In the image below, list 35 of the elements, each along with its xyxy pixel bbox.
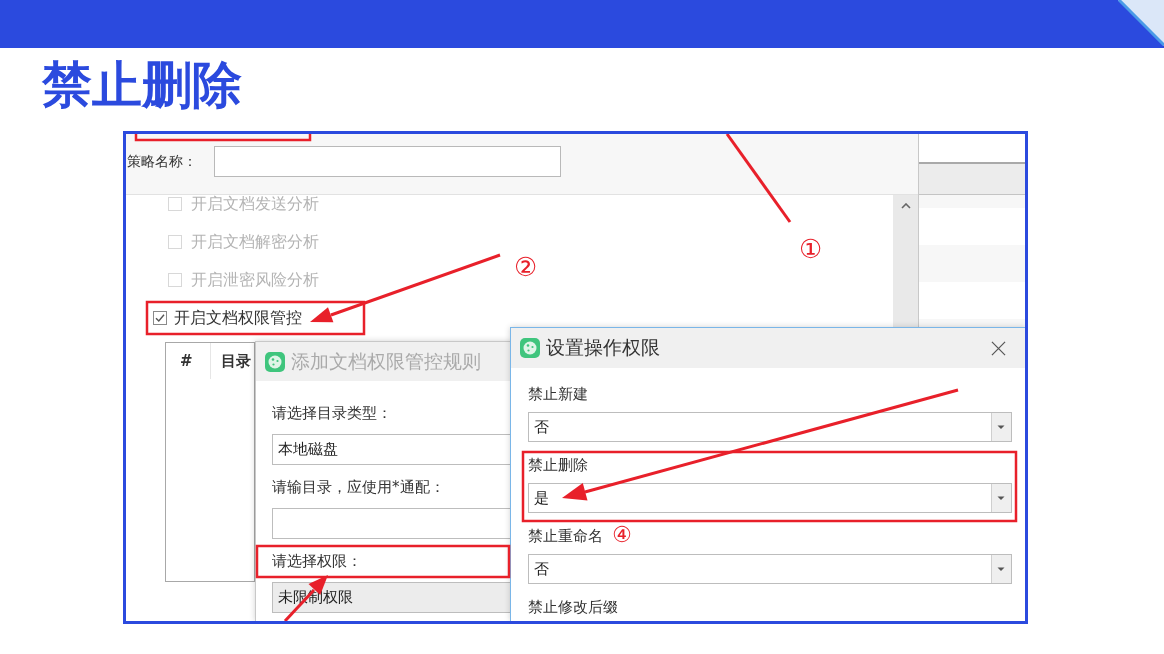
callout-number: ④ [612, 524, 632, 546]
chevron-up-icon[interactable] [900, 203, 911, 209]
field-label: 禁止删除 [528, 457, 588, 474]
field-label: 策略名称： [127, 152, 197, 171]
dialog-title: 设置操作权限 [546, 335, 660, 360]
callout-number: ① [799, 236, 823, 262]
dropdown-field[interactable]: 否 [528, 554, 1012, 584]
field-label: 禁止新建 [528, 386, 588, 403]
caret-down-icon[interactable] [991, 555, 1011, 583]
field-label: 请输目录，应使用*通配： [272, 479, 445, 496]
dropdown-field[interactable]: 是 [528, 483, 1012, 513]
field-label: 禁止重命名 [528, 528, 603, 545]
field-label: 请选择权限： [272, 553, 362, 570]
text-field[interactable]: 本地磁盘 [272, 434, 511, 465]
callout-number: ② [514, 254, 538, 280]
slide-title: 禁止删除 [42, 57, 242, 113]
column-header: 目录 [220, 351, 251, 372]
caret-down-icon[interactable] [991, 484, 1011, 512]
checkbox-label: 开启文档发送分析 [191, 195, 319, 213]
checkbox-label: 开启泄密风险分析 [191, 271, 319, 289]
checkbox-label: 开启文档解密分析 [191, 233, 319, 251]
close-icon[interactable] [991, 340, 1006, 356]
field-label: 请选择目录类型： [272, 405, 392, 422]
text-field[interactable] [214, 146, 561, 177]
dialog-title: 添加文档权限管控规则 [291, 348, 481, 374]
checkbox-label: 开启文档权限管控 [174, 309, 302, 327]
column-header: # [166, 343, 211, 379]
text-field[interactable] [272, 508, 511, 539]
caret-down-icon[interactable] [991, 413, 1011, 441]
checkbox[interactable] [153, 311, 167, 325]
app-icon [265, 351, 285, 372]
corner-fold-icon [1118, 0, 1164, 46]
app-icon [520, 338, 540, 358]
field-label: 禁止修改后缀 [528, 599, 618, 616]
dropdown-field[interactable]: 否 [528, 412, 1012, 442]
